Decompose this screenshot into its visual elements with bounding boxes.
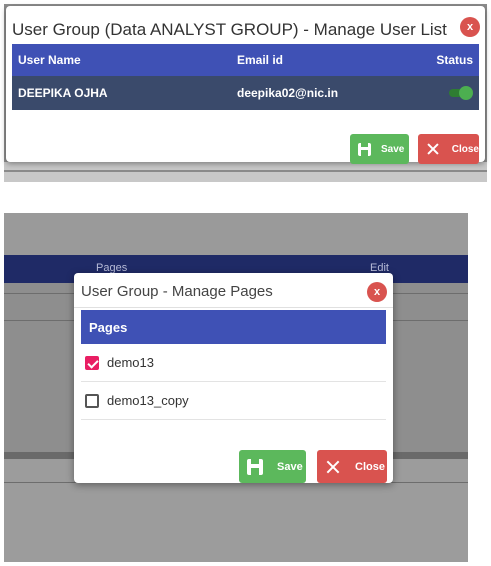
manage-user-list-dialog: User Group (Data ANALYST GROUP) - Manage… xyxy=(6,6,485,164)
email-cell: deepika02@nic.in xyxy=(237,86,339,100)
dialog-divider xyxy=(74,307,393,308)
column-header-email-id: Email id xyxy=(237,53,284,67)
page-background-strip xyxy=(4,162,487,182)
close-button-label: Close xyxy=(451,143,479,155)
user-table-header: User Name Email id Status xyxy=(12,44,479,76)
column-header-user-name: User Name xyxy=(18,53,81,67)
close-button[interactable]: Close xyxy=(418,134,479,164)
pages-list-header: Pages xyxy=(81,310,386,344)
column-header-status: Status xyxy=(436,53,473,67)
floppy-disk-icon xyxy=(247,458,263,475)
close-button[interactable]: Close xyxy=(317,450,387,483)
save-button-label: Save xyxy=(381,143,405,155)
toggle-knob xyxy=(459,86,473,100)
table-row: DEEPIKA OJHA deepika02@nic.in xyxy=(12,76,479,110)
page-label: demo13 xyxy=(107,355,154,370)
user-name-cell: DEEPIKA OJHA xyxy=(18,86,108,100)
save-button[interactable]: Save xyxy=(239,450,306,483)
close-circle-icon[interactable]: x xyxy=(367,282,387,302)
list-item[interactable]: demo13_copy xyxy=(81,382,386,420)
checkbox-checked-icon[interactable] xyxy=(85,355,99,370)
dialog-title: User Group - Manage Pages xyxy=(81,283,273,300)
dialog-title: User Group (Data ANALYST GROUP) - Manage… xyxy=(12,20,447,39)
save-button-label: Save xyxy=(277,460,303,473)
manage-pages-dialog: User Group - Manage Pages x Pages demo13… xyxy=(74,273,393,483)
page-background-top xyxy=(4,213,468,255)
close-circle-icon[interactable]: x xyxy=(460,17,480,37)
x-icon xyxy=(325,459,341,475)
x-icon xyxy=(426,142,440,156)
checkbox-unchecked-icon[interactable] xyxy=(85,393,99,408)
status-toggle[interactable] xyxy=(449,86,473,100)
page-label: demo13_copy xyxy=(107,393,189,408)
save-button[interactable]: Save xyxy=(350,134,409,164)
close-button-label: Close xyxy=(355,460,385,473)
page-background-divider xyxy=(4,170,487,172)
list-item[interactable]: demo13 xyxy=(81,344,386,382)
floppy-disk-icon xyxy=(358,142,371,156)
